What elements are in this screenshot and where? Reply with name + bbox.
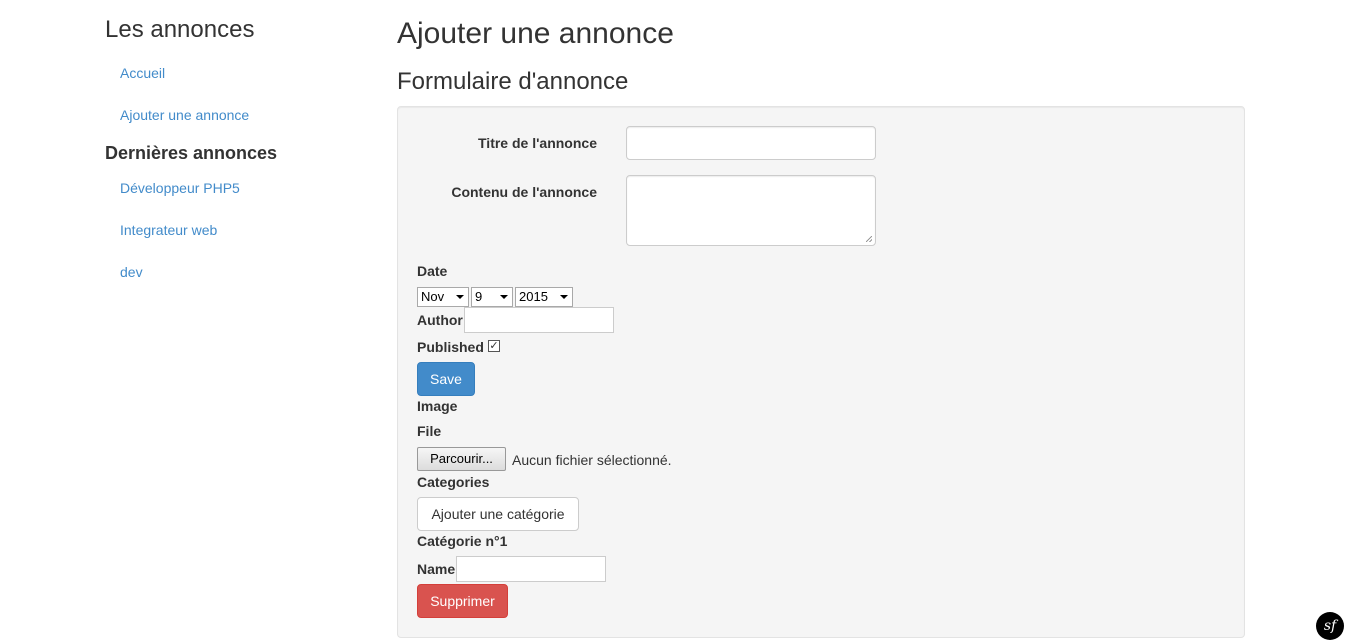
symfony-toolbar-icon[interactable]: sf bbox=[1316, 612, 1344, 640]
recent-ad-item: Integrateur web bbox=[105, 209, 365, 251]
chevron-down-icon bbox=[500, 295, 508, 299]
date-label: Date bbox=[417, 263, 448, 279]
date-month-select[interactable]: Nov bbox=[417, 287, 469, 307]
resize-grip-icon[interactable] bbox=[866, 236, 872, 242]
file-label: File bbox=[417, 423, 442, 439]
check-icon: ✓ bbox=[489, 340, 499, 352]
titre-input[interactable] bbox=[626, 126, 876, 160]
image-label: Image bbox=[417, 398, 458, 414]
contenu-textarea[interactable] bbox=[626, 175, 876, 246]
category-name-label: Name bbox=[417, 561, 456, 577]
published-checkbox[interactable]: ✓ bbox=[488, 340, 500, 352]
file-status-text: Aucun fichier sélectionné. bbox=[512, 452, 672, 468]
sidebar-nav: Accueil Ajouter une annonce bbox=[105, 52, 365, 136]
recent-ads-title: Dernières annonces bbox=[105, 143, 278, 163]
category-item-label: Catégorie n°1 bbox=[417, 533, 508, 549]
browse-file-button[interactable]: Parcourir... bbox=[417, 447, 506, 471]
date-day-select[interactable]: 9 bbox=[471, 287, 513, 307]
contenu-label: Contenu de l'annonce bbox=[451, 184, 597, 200]
author-input[interactable] bbox=[464, 307, 614, 333]
form-title: Formulaire d'annonce bbox=[397, 68, 629, 95]
add-category-button[interactable]: Ajouter une catégorie bbox=[417, 497, 579, 531]
categories-label: Categories bbox=[417, 474, 490, 490]
save-button[interactable]: Save bbox=[417, 362, 475, 396]
sidebar: Les annonces Accueil Ajouter une annonce… bbox=[105, 16, 365, 293]
recent-ad-link-dev[interactable]: dev bbox=[120, 251, 365, 293]
recent-ad-link-php5[interactable]: Développeur PHP5 bbox=[120, 167, 365, 209]
titre-label: Titre de l'annonce bbox=[478, 135, 597, 151]
sidebar-link-accueil[interactable]: Accueil bbox=[120, 52, 365, 94]
delete-category-button[interactable]: Supprimer bbox=[417, 584, 508, 618]
recent-ad-link-integrateur[interactable]: Integrateur web bbox=[120, 209, 365, 251]
category-name-input[interactable] bbox=[456, 556, 606, 582]
sidebar-link-ajouter-annonce[interactable]: Ajouter une annonce bbox=[120, 94, 365, 136]
ad-form: Titre de l'annonce Contenu de l'annonce … bbox=[397, 106, 1245, 638]
recent-ad-item: dev bbox=[105, 251, 365, 293]
recent-ads-list: Développeur PHP5 Integrateur web dev bbox=[105, 167, 365, 293]
date-year-select[interactable]: 2015 bbox=[515, 287, 573, 307]
chevron-down-icon bbox=[456, 295, 464, 299]
sidebar-item-ajouter-annonce: Ajouter une annonce bbox=[105, 94, 365, 136]
recent-ad-item: Développeur PHP5 bbox=[105, 167, 365, 209]
sidebar-title: Les annonces bbox=[105, 16, 255, 43]
sidebar-item-accueil: Accueil bbox=[105, 52, 365, 94]
page-title: Ajouter une annonce bbox=[397, 17, 674, 50]
chevron-down-icon bbox=[560, 295, 568, 299]
published-label: Published bbox=[417, 339, 484, 355]
author-label: Author bbox=[417, 312, 463, 328]
